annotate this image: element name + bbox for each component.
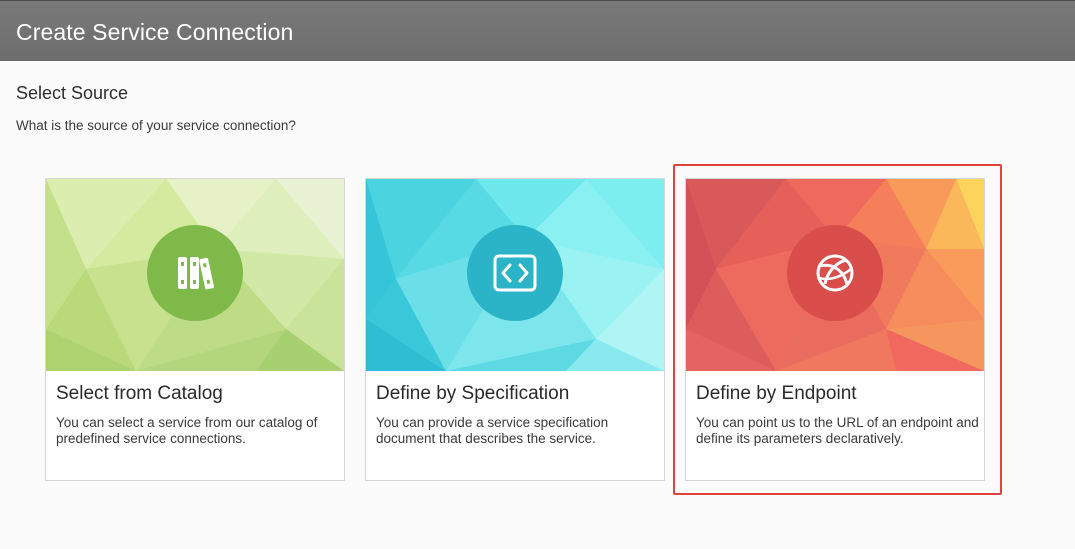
card-title: Define by Specification	[376, 383, 570, 404]
section-description: What is the source of your service conne…	[16, 118, 296, 133]
card-description: You can select a service from our catalo…	[56, 415, 318, 446]
card-description: You can provide a service specification …	[376, 415, 609, 446]
define-by-specification-card[interactable]: Define by Specification You can provide …	[365, 178, 665, 481]
page-title: Create Service Connection	[16, 19, 294, 45]
card-title: Define by Endpoint	[696, 383, 857, 404]
books-icon	[147, 225, 243, 321]
catalog-card-image	[46, 179, 344, 371]
card-title: Select from Catalog	[56, 383, 223, 404]
section-title: Select Source	[16, 83, 129, 103]
define-by-endpoint-card[interactable]: Define by Endpoint You can point us to t…	[685, 178, 985, 481]
specification-card-image	[366, 179, 664, 371]
endpoint-card-image	[686, 179, 984, 371]
card-description: You can point us to the URL of an endpoi…	[696, 415, 979, 446]
select-from-catalog-card[interactable]: Select from Catalog You can select a ser…	[45, 178, 345, 481]
code-icon	[467, 225, 563, 321]
endpoint-globe-icon	[787, 225, 883, 321]
page-header: Create Service Connection	[0, 0, 1075, 61]
